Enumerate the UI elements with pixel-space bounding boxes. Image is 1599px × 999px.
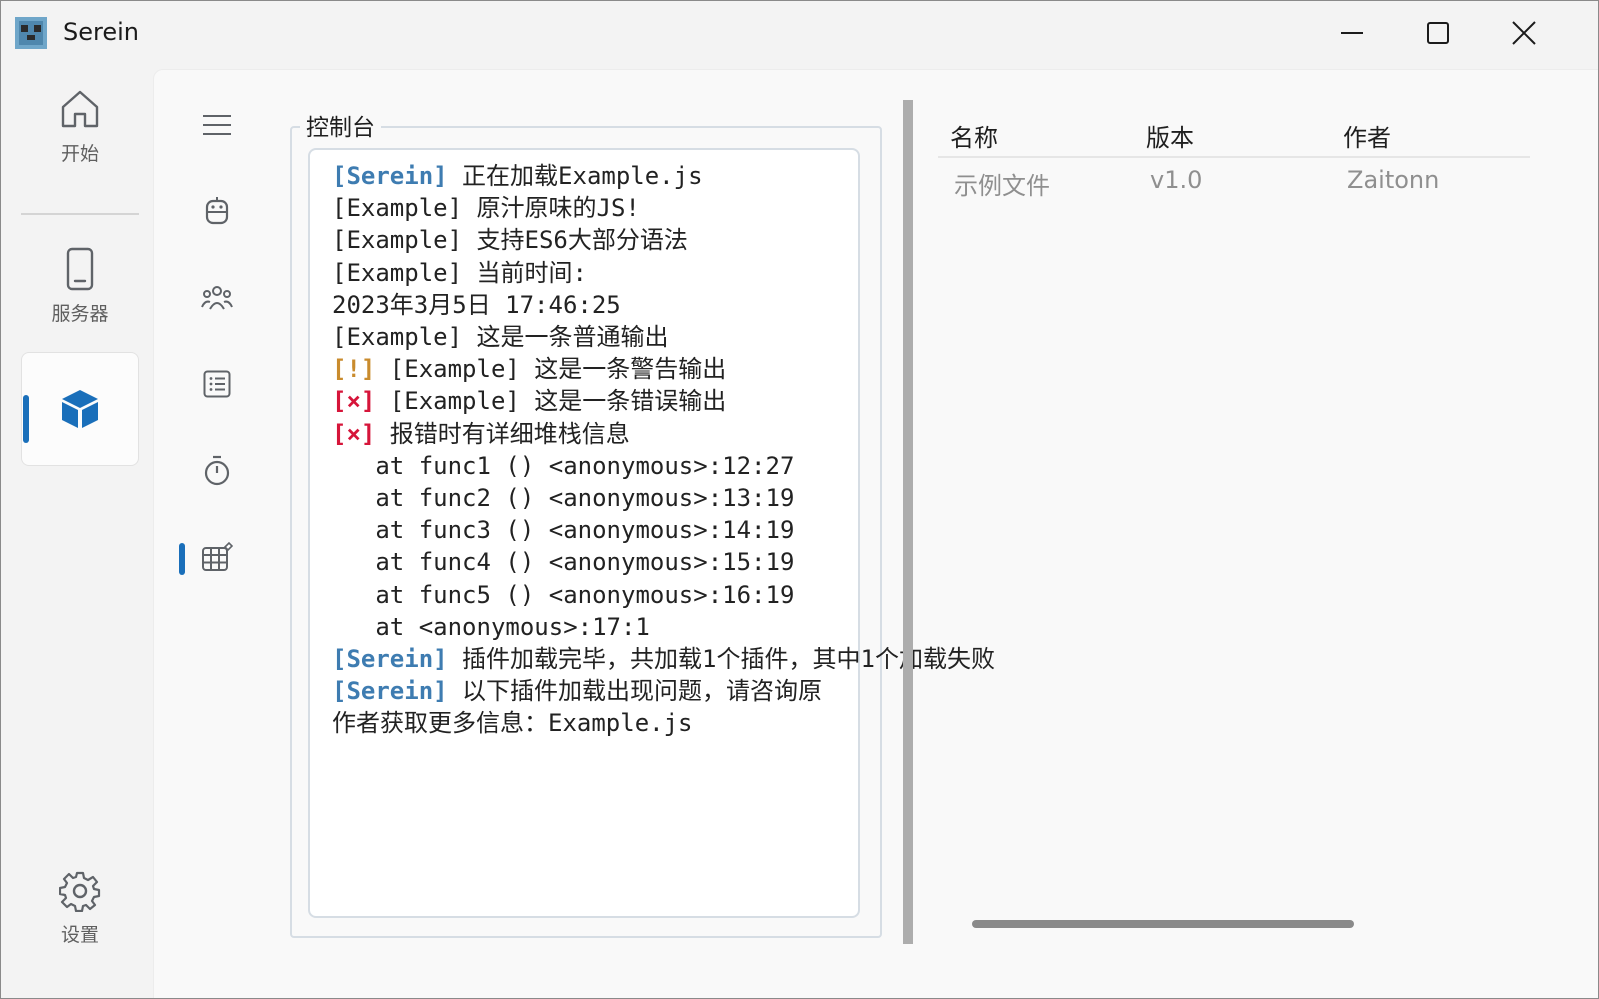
table-edit-icon bbox=[202, 541, 233, 571]
console-tag: [Serein] bbox=[332, 162, 448, 190]
console-line: at func3 () <anonymous>:14:19 bbox=[332, 514, 842, 546]
list-icon bbox=[203, 370, 231, 398]
nav-label-home: 开始 bbox=[60, 143, 99, 165]
pane-splitter[interactable] bbox=[903, 100, 913, 944]
minimize-button[interactable] bbox=[1330, 15, 1374, 51]
console-text: 2023年3月5日 17:46:25 bbox=[332, 290, 621, 319]
console-tag: [×] bbox=[332, 419, 376, 448]
timer-icon bbox=[204, 455, 230, 486]
nav-label-server: 服务器 bbox=[51, 303, 109, 325]
console-tag: [×] bbox=[332, 387, 376, 416]
console-text: [Example] 支持ES6大部分语法 bbox=[332, 226, 688, 255]
subnav-item-members[interactable] bbox=[198, 278, 236, 316]
console-text: at func1 () <anonymous>:12:27 bbox=[332, 451, 795, 480]
console-line: at func2 () <anonymous>:13:19 bbox=[332, 482, 842, 514]
gear-icon bbox=[59, 871, 101, 912]
console-tag: [!] bbox=[332, 355, 376, 384]
subnav-item-bot[interactable] bbox=[198, 192, 236, 230]
nav-selection-indicator bbox=[23, 395, 29, 443]
console-line: at func4 () <anonymous>:15:19 bbox=[332, 546, 842, 578]
console-title: 控制台 bbox=[300, 108, 381, 142]
console-text: 报错时有详细堆栈信息 bbox=[375, 419, 630, 448]
window-title: Serein bbox=[63, 18, 139, 46]
console-line: [×] 报错时有详细堆栈信息 bbox=[332, 418, 858, 450]
nav-item-settings[interactable]: 设置 bbox=[21, 870, 139, 947]
table-row[interactable]: 示例文件 v1.0 Zaitonn bbox=[938, 162, 1530, 206]
console-output[interactable]: [Serein] 正在加载Example.js [Example] 原汁原味的JS… bbox=[308, 148, 995, 918]
console-text: at func3 () <anonymous>:14:19 bbox=[332, 516, 795, 545]
app-logo-icon bbox=[15, 17, 47, 49]
plugin-table-header: 名称 版本 作者 bbox=[938, 114, 1530, 158]
console-line: [Example] 这是一条普通输出 bbox=[332, 321, 858, 353]
app-window: Serein 开始 服务器 设置 控制台 [Serein] 正在加载Exampl… bbox=[0, 0, 1599, 999]
console-tag: [Serein] bbox=[332, 677, 448, 706]
cell-plugin-name: 示例文件 bbox=[954, 172, 1050, 200]
console-line: at func1 () <anonymous>:12:27 bbox=[332, 450, 842, 482]
console-line: [Example] 原汁原味的JS! bbox=[332, 192, 858, 224]
console-line: [Serein] 插件加载完毕，共加载1个插件，其中1个加载失败 bbox=[332, 643, 995, 675]
maximize-icon bbox=[1427, 22, 1449, 44]
console-text: [Example] 原汁原味的JS! bbox=[332, 194, 640, 223]
console-text: at func5 () <anonymous>:16:19 bbox=[332, 580, 795, 609]
console-text: [Example] 当前时间: bbox=[332, 258, 587, 287]
console-line: [Example] 当前时间: bbox=[332, 257, 858, 289]
cell-plugin-author: Zaitonn bbox=[1347, 166, 1440, 194]
subnav-selection-indicator bbox=[179, 543, 185, 575]
console-text: at <anonymous>:17:1 bbox=[332, 612, 650, 641]
title-bar[interactable]: Serein bbox=[1, 1, 1598, 65]
cell-plugin-version: v1.0 bbox=[1150, 166, 1203, 194]
console-text: [Example] 这是一条普通输出 bbox=[332, 323, 669, 352]
people-group-icon bbox=[201, 286, 233, 310]
menu-toggle-button[interactable] bbox=[198, 106, 236, 144]
hamburger-icon bbox=[203, 115, 231, 135]
nav-rail: 开始 服务器 设置 bbox=[1, 65, 153, 998]
console-line: at func5 () <anonymous>:16:19 bbox=[332, 579, 842, 611]
console-line: at <anonymous>:17:1 bbox=[332, 611, 858, 643]
minimize-icon bbox=[1341, 32, 1363, 34]
console-tag: [Serein] bbox=[332, 645, 448, 674]
console-text: 正在加载Example.js bbox=[447, 162, 703, 190]
subnav-item-schedule[interactable] bbox=[198, 452, 236, 490]
column-header-name[interactable]: 名称 bbox=[950, 118, 998, 153]
console-text: [Example] 这是一条错误输出 bbox=[375, 387, 727, 416]
maximize-button[interactable] bbox=[1416, 15, 1460, 51]
console-line: [Serein] 以下插件加载出现问题，请咨询原作者获取更多信息：Example… bbox=[332, 675, 842, 739]
plugins-page: 控制台 [Serein] 正在加载Example.js [Example] 原汁原… bbox=[153, 69, 1598, 998]
console-text: at func2 () <anonymous>:13:19 bbox=[332, 484, 795, 513]
console-text: at func4 () <anonymous>:15:19 bbox=[332, 548, 795, 577]
console-line: [Example] 支持ES6大部分语法 bbox=[332, 224, 858, 256]
close-button[interactable] bbox=[1502, 15, 1546, 51]
console-text: [Example] 这是一条警告输出 bbox=[375, 355, 727, 384]
console-line: [Serein] 正在加载Example.js bbox=[332, 160, 858, 192]
close-icon bbox=[1512, 21, 1536, 45]
column-header-author[interactable]: 作者 bbox=[1343, 118, 1391, 153]
home-icon bbox=[61, 90, 99, 128]
nav-divider bbox=[21, 213, 139, 215]
console-line: [×] [Example] 这是一条错误输出 bbox=[332, 385, 858, 417]
subnav-item-list[interactable] bbox=[198, 365, 236, 403]
nav-label-settings: 设置 bbox=[60, 924, 99, 946]
horizontal-scrollbar[interactable] bbox=[972, 920, 1354, 928]
subnav-item-plugin-console[interactable] bbox=[198, 538, 236, 576]
robot-icon bbox=[205, 197, 229, 225]
nav-item-home[interactable]: 开始 bbox=[21, 87, 139, 166]
console-line: [!] [Example] 这是一条警告输出 bbox=[332, 353, 858, 385]
console-line: 2023年3月5日 17:46:25 bbox=[332, 289, 858, 321]
phone-icon bbox=[66, 247, 94, 291]
package-icon bbox=[62, 390, 98, 428]
nav-item-server[interactable]: 服务器 bbox=[21, 247, 139, 326]
column-header-version[interactable]: 版本 bbox=[1146, 118, 1194, 153]
